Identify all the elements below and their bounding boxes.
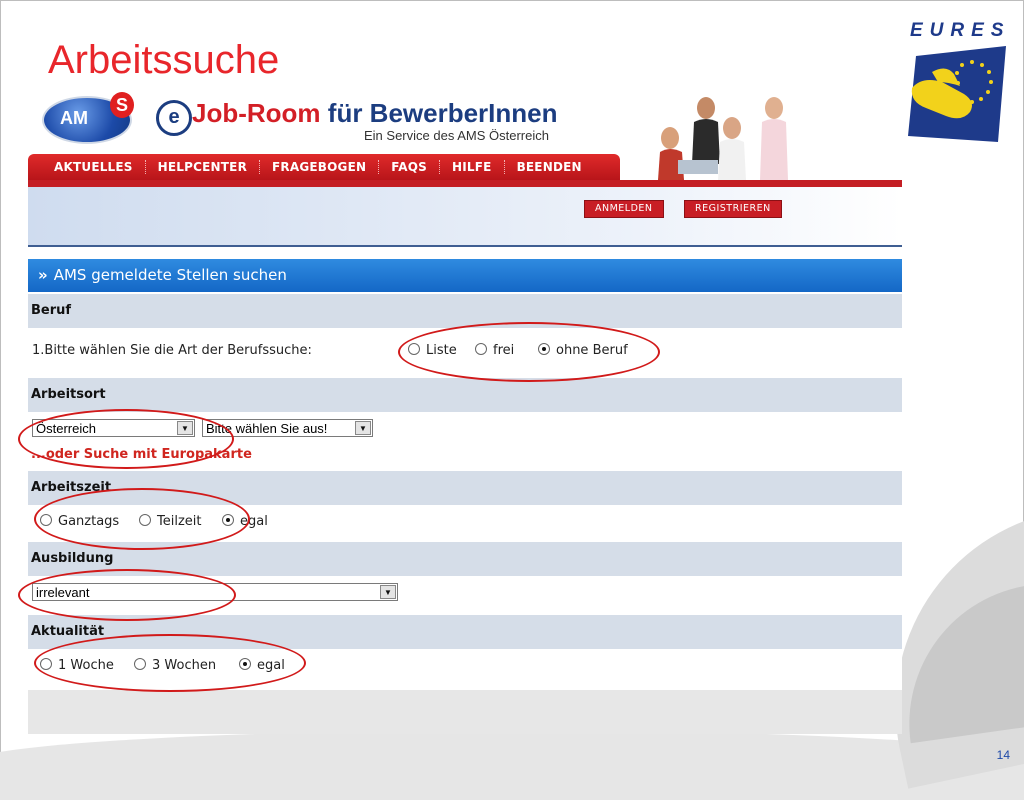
main-nav: AKTUELLES HELPCENTER FRAGEBOGEN FAQS HIL… bbox=[28, 154, 620, 180]
ausbildung-select-value: irrelevant bbox=[36, 585, 90, 600]
chevron-down-icon[interactable]: ▼ bbox=[355, 421, 371, 435]
search-form-title: AMS gemeldete Stellen suchen bbox=[53, 266, 287, 284]
page-number: 14 bbox=[996, 748, 1010, 762]
aktualitaet-option-3-wochen[interactable]: 3 Wochen bbox=[134, 658, 216, 673]
search-form-header: » AMS gemeldete Stellen suchen bbox=[28, 259, 902, 292]
arbeitszeit-row: Ganztags Teilzeit egal bbox=[28, 505, 902, 542]
europakarte-link[interactable]: ...oder Suche mit Europakarte bbox=[31, 447, 252, 462]
radio-liste[interactable] bbox=[408, 343, 420, 355]
ausbildung-label-row: Ausbildung bbox=[28, 542, 902, 576]
arbeitszeit-label: Arbeitszeit bbox=[31, 480, 112, 495]
background-swoosh bbox=[0, 730, 1024, 800]
job-room-title-part2: für BewerberInnen bbox=[327, 98, 558, 128]
aktualitaet-label-row: Aktualität bbox=[28, 615, 902, 649]
radio-3-wochen[interactable] bbox=[134, 658, 146, 670]
nav-item-faqs[interactable]: FAQS bbox=[379, 160, 440, 174]
arbeitsort-label: Arbeitsort bbox=[31, 387, 106, 402]
beruf-option-frei[interactable]: frei bbox=[475, 343, 514, 358]
radio-arbeitszeit-egal[interactable] bbox=[222, 514, 234, 526]
ausbildung-select[interactable]: irrelevant ▼ bbox=[32, 583, 398, 601]
aktualitaet-row: 1 Woche 3 Wochen egal bbox=[28, 649, 902, 690]
job-room-title-part1: Job-Room bbox=[192, 98, 321, 128]
arbeitszeit-option-ganztags[interactable]: Ganztags bbox=[40, 514, 119, 529]
ausbildung-label: Ausbildung bbox=[31, 551, 114, 566]
country-select[interactable]: Österreich ▼ bbox=[32, 419, 195, 437]
beruf-option-liste[interactable]: Liste bbox=[408, 343, 457, 358]
job-room-title: Job-Room für BewerberInnen bbox=[192, 98, 558, 129]
form-footer bbox=[28, 690, 902, 734]
nav-underline bbox=[28, 180, 902, 187]
aktualitaet-option-1-woche[interactable]: 1 Woche bbox=[40, 658, 114, 673]
radio-ganztags[interactable] bbox=[40, 514, 52, 526]
arbeitszeit-option-egal[interactable]: egal bbox=[222, 514, 268, 529]
people-photo bbox=[648, 94, 828, 180]
slide-title: Arbeitssuche bbox=[48, 38, 280, 82]
nav-item-beenden[interactable]: BEENDEN bbox=[505, 160, 594, 174]
login-strip: ANMELDEN REGISTRIEREN bbox=[28, 187, 902, 247]
eures-emblem-icon bbox=[908, 46, 1006, 142]
nav-item-helpcenter[interactable]: HELPCENTER bbox=[146, 160, 261, 174]
country-select-value: Österreich bbox=[36, 421, 96, 436]
nav-item-hilfe[interactable]: HILFE bbox=[440, 160, 505, 174]
arbeitszeit-label-row: Arbeitszeit bbox=[28, 471, 902, 505]
radio-1-woche[interactable] bbox=[40, 658, 52, 670]
radio-teilzeit[interactable] bbox=[139, 514, 151, 526]
double-chevron-right-icon: » bbox=[38, 266, 48, 284]
region-select[interactable]: Bitte wählen Sie aus! ▼ bbox=[202, 419, 373, 437]
job-room-subtitle: Ein Service des AMS Österreich bbox=[364, 128, 549, 143]
aktualitaet-label: Aktualität bbox=[31, 624, 105, 639]
e-logo-icon: e bbox=[156, 100, 192, 136]
aktualitaet-option-egal[interactable]: egal bbox=[239, 658, 285, 673]
ams-logo-text: AM bbox=[60, 108, 88, 128]
radio-frei[interactable] bbox=[475, 343, 487, 355]
beruf-label-row: Beruf bbox=[28, 294, 902, 328]
ams-logo-s: S bbox=[110, 92, 134, 118]
radio-aktualitaet-egal[interactable] bbox=[239, 658, 251, 670]
nav-item-aktuelles[interactable]: AKTUELLES bbox=[28, 160, 146, 174]
beruf-question: 1.Bitte wählen Sie die Art der Berufssuc… bbox=[32, 343, 312, 358]
beruf-row: 1.Bitte wählen Sie die Art der Berufssuc… bbox=[28, 328, 902, 378]
registrieren-button[interactable]: REGISTRIEREN bbox=[684, 200, 782, 218]
radio-ohne-beruf[interactable] bbox=[538, 343, 550, 355]
anmelden-button[interactable]: ANMELDEN bbox=[584, 200, 664, 218]
eures-logo: EURES bbox=[902, 16, 1010, 156]
nav-item-fragebogen[interactable]: FRAGEBOGEN bbox=[260, 160, 380, 174]
region-select-value: Bitte wählen Sie aus! bbox=[206, 421, 328, 436]
chevron-down-icon[interactable]: ▼ bbox=[177, 421, 193, 435]
beruf-label: Beruf bbox=[31, 303, 72, 318]
chevron-down-icon[interactable]: ▼ bbox=[380, 585, 396, 599]
beruf-option-ohne-beruf[interactable]: ohne Beruf bbox=[538, 343, 628, 358]
arbeitszeit-option-teilzeit[interactable]: Teilzeit bbox=[139, 514, 201, 529]
arbeitsort-label-row: Arbeitsort bbox=[28, 378, 902, 412]
